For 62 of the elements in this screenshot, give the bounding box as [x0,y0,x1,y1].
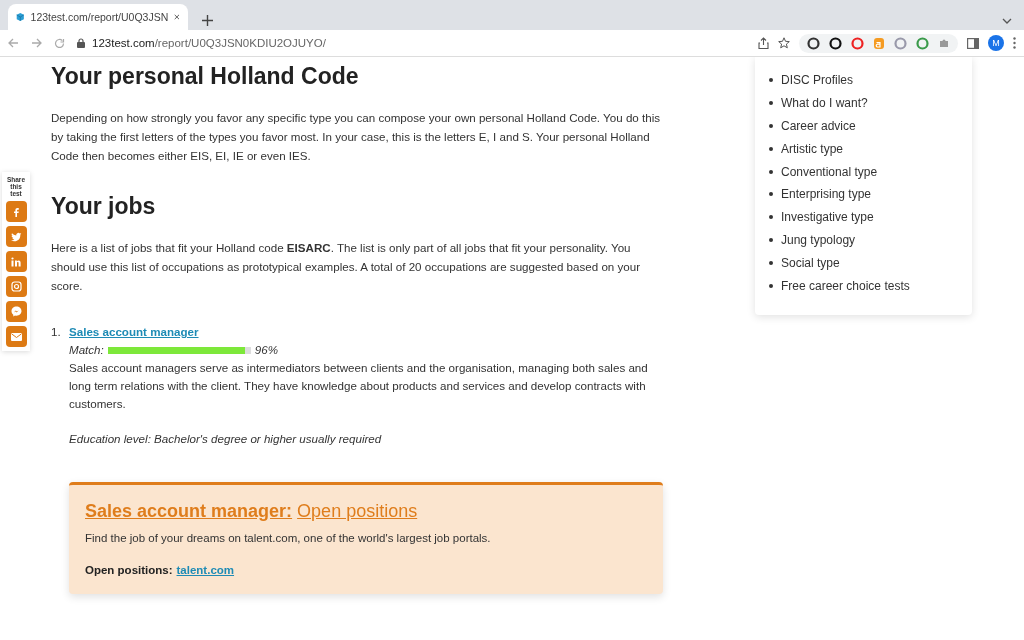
section-heading: Your personal Holland Code [51,63,360,90]
close-icon[interactable] [174,13,180,21]
bullet-icon [769,146,773,151]
lock-icon[interactable] [77,38,85,48]
bullet-icon [769,169,773,174]
ring-icon[interactable] [807,36,820,50]
forward-icon[interactable] [31,38,42,48]
bullet-icon [769,192,773,197]
paragraph: Depending on how strongly you favor any specific type you can compose your own personal Holland Code. You do this by taking the first letters of the types you favor most. In your case, this is the letters E, I and S. Your personal Holland Code then becomes either EIS, EI, IE or even IES. [51,110,662,164]
match-label: Match: [69,342,104,358]
sidebar-link[interactable]: Enterprising type [781,185,872,204]
bullet-icon [769,237,773,242]
plus-icon[interactable] [202,15,213,26]
profile-avatar[interactable]: M [988,35,1004,51]
education-level: Education level: Bachelor's degree or higher usually required [69,431,383,447]
share-button[interactable] [5,251,27,272]
list-number: 1. [51,324,62,340]
card-text: Find the job of your dreams on talent.com, one of the world's largest job portals. [85,532,492,544]
bullet-icon [769,101,773,106]
bullet-icon [769,78,773,83]
bullet-icon [769,215,773,220]
bullet-icon [769,260,773,265]
chat-bubble-icon [10,306,22,317]
letter-a-icon[interactable] [873,36,885,50]
section-heading: Your jobs [51,193,157,220]
back-icon[interactable] [8,38,19,48]
share-button[interactable] [5,301,27,322]
instagram-icon [10,281,22,292]
sidebar-link[interactable]: Jung typology [781,230,856,249]
job-description: Sales account managers serve as intermediators between clients and the organisation, managing both sales and long term relations with the client. They have knowledge about products and services and develop contracts with customers. [69,360,649,412]
ring-icon[interactable] [829,36,842,50]
sidebar-link[interactable]: Artistic type [781,139,843,158]
share-icon[interactable] [758,37,769,49]
cube-icon [16,11,25,23]
reload-icon[interactable] [54,37,65,49]
bird-icon [10,231,22,242]
open-positions-label: Open positions: [85,564,173,576]
chevron-down-icon[interactable] [1002,18,1012,24]
sidebar-link[interactable]: Career advice [781,117,856,135]
sidebar-link[interactable]: DISC Profiles [781,71,854,90]
side-panel-icon[interactable] [967,37,979,49]
sidebar-link[interactable]: Conventional type [781,162,878,181]
match-percent: 96% [254,342,278,358]
more-icon[interactable] [1013,37,1016,49]
bullet-icon [769,124,773,128]
facebook-icon [11,206,21,217]
share-button[interactable] [5,201,27,222]
paragraph: Here is a list of jobs that fit your Holland code EISARC. The list is only part of all jobs that fit your personality. You should use this list of occupations as prototypical examples. A total of 20 occupations are suggested based on your score. [51,240,642,294]
sidebar-link[interactable]: Free career choice tests [781,276,910,295]
sidebar-link[interactable]: Investigative type [781,208,874,227]
address-field[interactable]: 123test.com/report/U0Q3JSN0KDIU2OJUYO/ [92,37,326,49]
sidebar-link[interactable]: Social type [781,253,840,272]
bullet-icon [769,283,773,288]
browser-tab[interactable]: 123test.com/report/U0Q3JSN [8,4,188,30]
share-button[interactable] [5,326,27,347]
linkedin-icon [11,256,21,267]
envelope-icon [10,332,22,341]
job-link[interactable]: Sales account manager [69,325,199,338]
share-button[interactable] [5,276,27,297]
share-button[interactable] [5,226,27,247]
star-icon[interactable] [778,37,790,49]
sidebar-link[interactable]: What do I want? [781,94,868,113]
